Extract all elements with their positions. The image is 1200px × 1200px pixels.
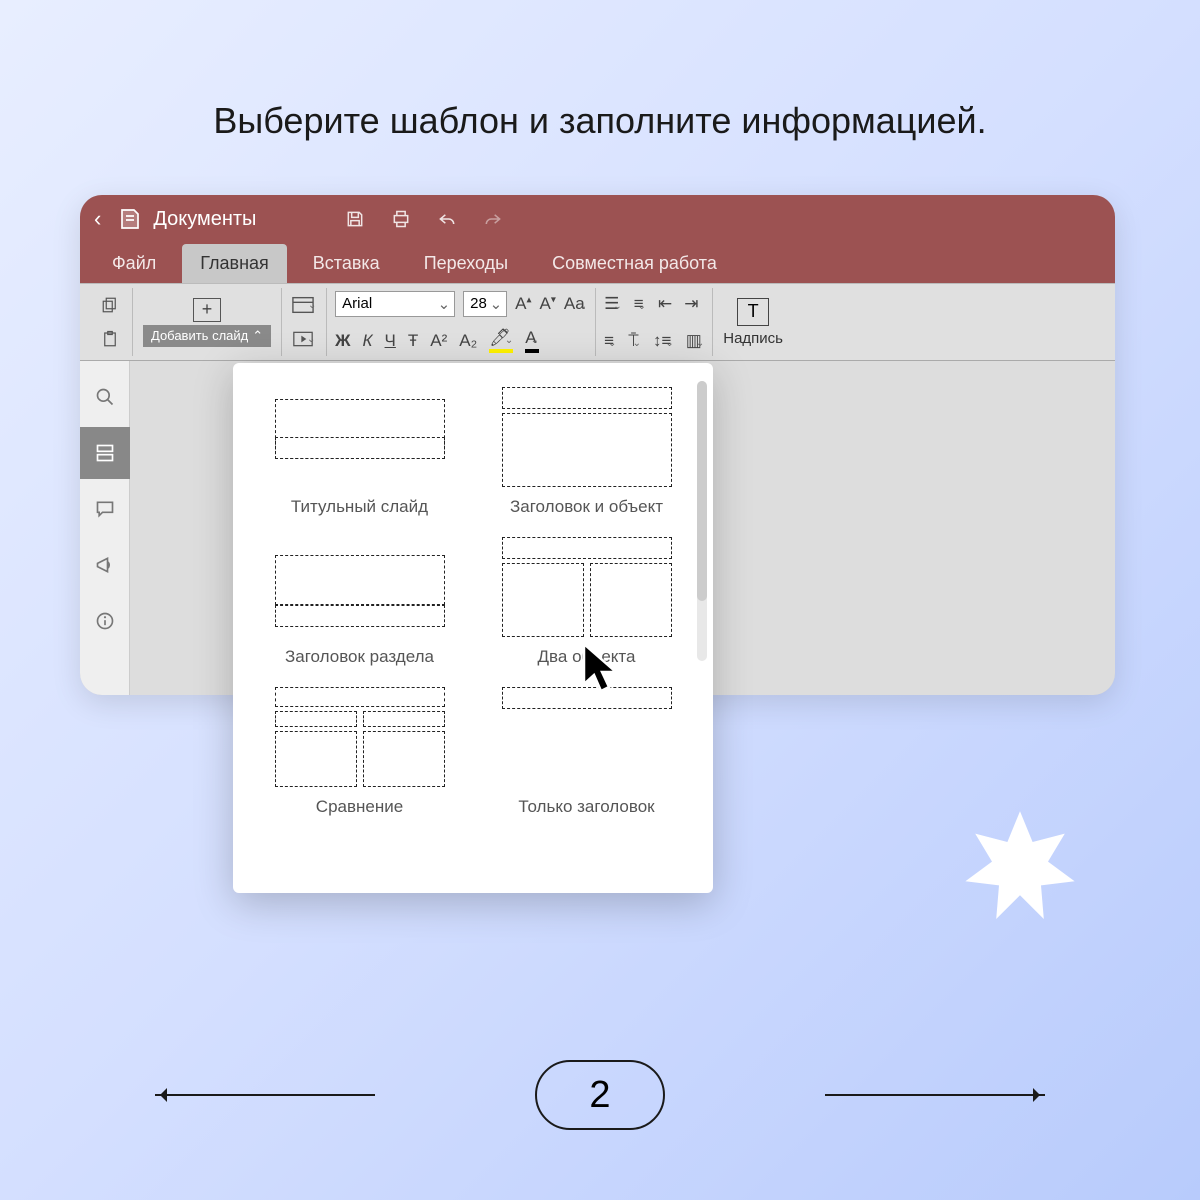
layout-title-only[interactable]: Только заголовок xyxy=(488,687,685,817)
app-logo-icon xyxy=(117,206,143,232)
slides-panel-icon[interactable] xyxy=(80,427,130,479)
comments-icon[interactable] xyxy=(80,483,130,535)
layout-label: Титульный слайд xyxy=(291,497,428,517)
italic-button[interactable]: К xyxy=(363,331,373,351)
clipboard-group xyxy=(88,288,133,356)
layout-comparison[interactable]: Сравнение xyxy=(261,687,458,817)
underline-button[interactable]: Ч xyxy=(385,331,396,351)
textbox-label: Надпись xyxy=(723,330,783,347)
add-slide-label: Добавить слайд⌃ xyxy=(143,325,271,347)
vertical-align-icon[interactable]: ⍑⌄ xyxy=(628,331,641,351)
back-icon[interactable]: ‹ xyxy=(94,206,101,232)
paste-icon[interactable] xyxy=(96,325,124,353)
feedback-icon[interactable] xyxy=(80,539,130,591)
copy-icon[interactable] xyxy=(96,291,124,319)
undo-icon[interactable] xyxy=(436,208,458,230)
font-size-select[interactable]: 28 xyxy=(463,291,507,317)
superscript-button[interactable]: A² xyxy=(430,331,447,351)
bold-button[interactable]: Ж xyxy=(335,331,350,351)
next-arrow-icon[interactable] xyxy=(825,1094,1045,1096)
play-icon[interactable]: ⌄ xyxy=(290,325,318,353)
textbox-icon: T xyxy=(737,298,769,326)
star-decoration-icon xyxy=(950,800,1090,945)
tab-insert[interactable]: Вставка xyxy=(295,244,398,283)
tab-transitions[interactable]: Переходы xyxy=(406,244,526,283)
paragraph-group: ☰⌄ ≡⌄ ⇤ ⇥ ≡⌄ ⍑⌄ ↕≡⌄ ▥⌄ xyxy=(596,288,713,356)
highlight-icon[interactable]: 🖊⌄ xyxy=(489,328,513,353)
app-title: Документы xyxy=(153,208,256,231)
plus-icon: + xyxy=(193,298,221,322)
decrease-font-icon[interactable]: A▾ xyxy=(540,294,556,314)
carousel-pager: 2 xyxy=(0,1060,1200,1130)
save-icon[interactable] xyxy=(344,208,366,230)
instruction-text: Выберите шаблон и заполните информацией. xyxy=(80,100,1120,142)
line-spacing-icon[interactable]: ↕≡⌄ xyxy=(653,331,674,351)
textbox-button[interactable]: T Надпись xyxy=(713,288,793,356)
layout-title-slide[interactable]: Титульный слайд xyxy=(261,387,458,517)
slide-layout-group: ⌄ ⌄ xyxy=(282,288,327,356)
align-icon[interactable]: ≡⌄ xyxy=(604,331,616,351)
cursor-icon xyxy=(578,640,632,705)
strikethrough-button[interactable]: Ŧ xyxy=(408,331,418,351)
scrollbar-thumb[interactable] xyxy=(697,381,707,601)
layout-label: Только заголовок xyxy=(518,797,654,817)
columns-icon[interactable]: ▥⌄ xyxy=(686,331,704,351)
layout-label: Сравнение xyxy=(316,797,403,817)
add-slide-button[interactable]: + Добавить слайд⌃ xyxy=(133,288,282,356)
print-icon[interactable] xyxy=(390,208,412,230)
search-icon[interactable] xyxy=(80,371,130,423)
tab-file[interactable]: Файл xyxy=(94,244,174,283)
layout-title-object[interactable]: Заголовок и объект xyxy=(488,387,685,517)
tab-home[interactable]: Главная xyxy=(182,244,287,283)
prev-arrow-icon[interactable] xyxy=(155,1094,375,1096)
layout-label: Заголовок раздела xyxy=(285,647,434,667)
layout-icon[interactable]: ⌄ xyxy=(290,291,318,319)
increase-font-icon[interactable]: A▴ xyxy=(515,294,531,314)
redo-icon[interactable] xyxy=(482,208,504,230)
titlebar: ‹ Документы xyxy=(80,195,1115,243)
page-number: 2 xyxy=(535,1060,665,1130)
layouts-dropdown: Титульный слайд Заголовок и объект Загол… xyxy=(233,363,713,893)
increase-indent-icon[interactable]: ⇥ xyxy=(684,294,698,314)
numbering-icon[interactable]: ≡⌄ xyxy=(634,294,646,314)
layout-section-header[interactable]: Заголовок раздела xyxy=(261,537,458,667)
subscript-button[interactable]: A₂ xyxy=(459,331,477,351)
font-name-select[interactable]: Arial xyxy=(335,291,455,317)
tabs-bar: Файл Главная Вставка Переходы Совместная… xyxy=(80,243,1115,283)
change-case-icon[interactable]: Aa⌄ xyxy=(564,294,587,314)
tab-collab[interactable]: Совместная работа xyxy=(534,244,735,283)
info-icon[interactable] xyxy=(80,595,130,647)
layout-label: Заголовок и объект xyxy=(510,497,663,517)
font-color-icon[interactable]: A⌄ xyxy=(525,328,539,353)
ribbon: + Добавить слайд⌃ ⌄ ⌄ Arial 28 A▴ A▾ Aa⌄… xyxy=(80,283,1115,361)
bullets-icon[interactable]: ☰⌄ xyxy=(604,294,622,314)
font-group: Arial 28 A▴ A▾ Aa⌄ Ж К Ч Ŧ A² A₂ 🖊⌄ A⌄ xyxy=(327,288,596,356)
decrease-indent-icon[interactable]: ⇤ xyxy=(658,294,672,314)
left-rail xyxy=(80,361,130,695)
